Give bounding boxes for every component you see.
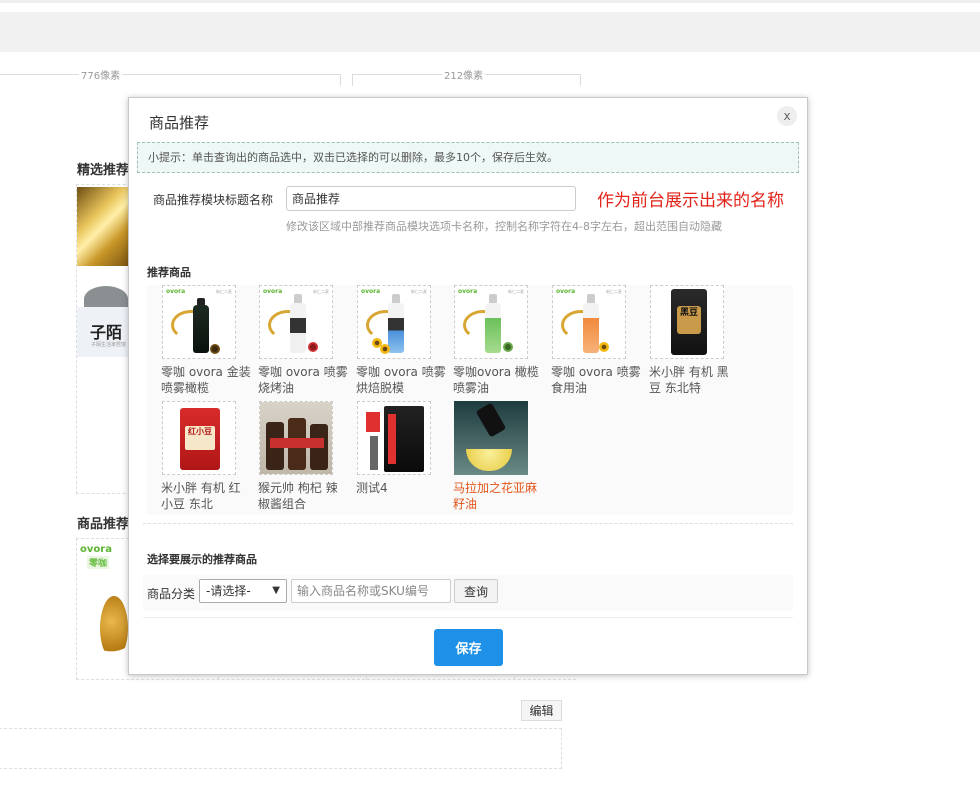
logo-small-text: 子陌生活家居馆 bbox=[91, 342, 127, 348]
jar-label-strip bbox=[270, 438, 324, 448]
product-card[interactable]: 红小豆 米小胖 有机 红小豆 东北 bbox=[147, 401, 241, 515]
product-card[interactable]: ovora 新仁二麦 零咖 ovora 喷雾烧烤油 bbox=[244, 285, 348, 399]
edit-button[interactable]: 编辑 bbox=[521, 700, 562, 721]
thumb-tag: 新仁二麦 bbox=[411, 289, 427, 294]
thumb-tag: 新仁二麦 bbox=[216, 289, 232, 294]
ruler-tick bbox=[580, 74, 581, 86]
product-name: 零咖 ovora 喷雾食用油 bbox=[551, 365, 641, 395]
product-search-input[interactable] bbox=[291, 579, 451, 603]
thumb-tag: 新仁二麦 bbox=[313, 289, 329, 294]
product-name: 测试4 bbox=[356, 481, 388, 495]
width-ruler-left bbox=[0, 74, 340, 75]
bottom-placeholder-box bbox=[0, 728, 562, 769]
bottle-graphic bbox=[583, 303, 599, 353]
ruler-tick bbox=[340, 74, 341, 86]
product-filter-row: 商品分类 -请选择- ▼ 查询 bbox=[143, 575, 793, 611]
pc-case-light bbox=[388, 414, 396, 464]
product-card[interactable]: 黑豆 米小胖 有机 黑豆 东北特 bbox=[635, 285, 729, 399]
bottle-graphic bbox=[193, 305, 209, 353]
select-products-heading: 选择要展示的推荐商品 bbox=[147, 553, 257, 566]
logo-text: 子陌 bbox=[90, 323, 123, 342]
figure-graphic bbox=[370, 436, 378, 470]
product-thumbnail bbox=[454, 401, 528, 475]
brand-logo: ovora bbox=[458, 288, 478, 295]
brand-logo: ovora bbox=[361, 288, 381, 295]
featured-section-title: 精选推荐 bbox=[77, 163, 130, 178]
product-name: 零咖ovora 橄榄喷雾油 bbox=[453, 365, 539, 395]
pc-badge bbox=[366, 412, 380, 432]
bottle-graphic bbox=[485, 303, 501, 353]
thumb-tag: 新仁二麦 bbox=[606, 289, 622, 294]
product-name: 米小胖 有机 红小豆 东北 bbox=[161, 481, 241, 511]
product-card[interactable]: 马拉加之花亚麻籽油 bbox=[439, 401, 537, 515]
pepper-graphic bbox=[308, 342, 318, 352]
gold-bars-image bbox=[77, 187, 129, 266]
product-thumbnail: 红小豆 bbox=[162, 401, 236, 475]
category-label: 商品分类 bbox=[147, 587, 196, 601]
product-thumbnail: ovora 新仁二麦 bbox=[162, 285, 236, 359]
product-name: 零咖 ovora 喷雾烧烤油 bbox=[258, 365, 348, 395]
bag-label: 红小豆 bbox=[185, 426, 215, 450]
olive-graphic bbox=[503, 342, 513, 352]
query-button[interactable]: 查询 bbox=[454, 579, 498, 603]
chevron-down-icon: ▼ bbox=[272, 585, 280, 596]
product-thumbnail: ovora 新仁二麦 bbox=[357, 285, 431, 359]
product-name: 猴元帅 枸杞 辣椒酱组合 bbox=[258, 481, 338, 511]
product-card[interactable]: ovora 新仁二麦 零咖ovora 橄榄喷雾油 bbox=[439, 285, 539, 399]
ruler-left-label: 776像素 bbox=[79, 67, 123, 82]
tip-banner: 小提示：单击查询出的商品选中，双击已选择的可以删除，最多10个，保存后生效。 bbox=[137, 142, 799, 173]
product-card[interactable]: ovora 新仁二麦 零咖 ovora 金装喷雾橄榄 bbox=[147, 285, 251, 399]
product-thumbnail: ovora 新仁二麦 bbox=[552, 285, 626, 359]
product-card[interactable]: ovora 新仁二麦 零咖 ovora 喷雾食用油 bbox=[537, 285, 641, 399]
product-thumbnail bbox=[357, 401, 431, 475]
ovora-brand-logo: ovora bbox=[80, 544, 112, 555]
title-field-label: 商品推荐模块标题名称 bbox=[153, 193, 274, 207]
annotation-note: 作为前台展示出来的名称 bbox=[597, 191, 784, 211]
top-toolbar bbox=[0, 12, 980, 52]
close-icon: x bbox=[783, 109, 791, 123]
top-border bbox=[0, 0, 980, 3]
product-thumbnail: ovora 新仁二麦 bbox=[259, 285, 333, 359]
brand-logo: ovora bbox=[556, 288, 576, 295]
product-recommend-dialog: 商品推荐 x 小提示：单击查询出的商品选中，双击已选择的可以删除，最多10个，保… bbox=[128, 97, 808, 675]
product-name: 马拉加之花亚麻籽油 bbox=[453, 481, 538, 511]
category-select[interactable]: -请选择- ▼ bbox=[199, 579, 287, 603]
products-section-title: 商品推荐 bbox=[77, 517, 130, 532]
footer-divider bbox=[143, 617, 793, 618]
product-thumbnail: 黑豆 bbox=[650, 285, 724, 359]
sunflower-graphic bbox=[599, 342, 609, 352]
product-card[interactable]: ovora 新仁二麦 零咖 ovora 喷雾烘焙脱模 bbox=[342, 285, 446, 399]
save-button[interactable]: 保存 bbox=[434, 629, 503, 666]
oil-product-image bbox=[100, 596, 128, 660]
product-name: 零咖 ovora 喷雾烘焙脱模 bbox=[356, 365, 446, 395]
product-thumbnail: ovora 新仁二麦 bbox=[454, 285, 528, 359]
bag-label: 黑豆 bbox=[677, 306, 701, 334]
brand-logo-image: 子陌 子陌生活家居馆 bbox=[77, 307, 129, 357]
section-divider bbox=[143, 523, 793, 524]
close-button[interactable]: x bbox=[777, 106, 797, 126]
dialog-title: 商品推荐 bbox=[149, 114, 210, 132]
brand-logo: ovora bbox=[263, 288, 283, 295]
ovora-brand-sub: 零咖 bbox=[87, 556, 110, 569]
sunflower-graphic bbox=[380, 344, 390, 354]
product-name: 零咖 ovora 金装喷雾橄榄 bbox=[161, 365, 251, 395]
ruler-tick bbox=[352, 74, 353, 86]
product-card[interactable]: 测试4 bbox=[342, 401, 432, 515]
bottle-graphic bbox=[388, 303, 404, 353]
title-field-hint: 修改该区域中部推荐商品模块选项卡名称，控制名称字符在4-8字左右，超出范围自动隐… bbox=[286, 220, 722, 233]
product-thumbnail bbox=[259, 401, 333, 475]
module-title-input[interactable] bbox=[286, 186, 576, 211]
thumb-tag: 新仁二麦 bbox=[508, 289, 524, 294]
product-name: 米小胖 有机 黑豆 东北特 bbox=[649, 365, 729, 395]
olive-graphic bbox=[210, 344, 220, 354]
category-select-value: -请选择- bbox=[206, 584, 251, 598]
ruler-right-label: 212像素 bbox=[442, 67, 486, 82]
recommended-products-grid: ovora 新仁二麦 零咖 ovora 金装喷雾橄榄 ovora 新仁二麦 零咖… bbox=[147, 285, 793, 515]
product-card[interactable]: 猴元帅 枸杞 辣椒酱组合 bbox=[244, 401, 338, 515]
recommended-products-heading: 推荐商品 bbox=[147, 266, 191, 279]
bottle-graphic bbox=[290, 303, 306, 353]
brand-logo: ovora bbox=[166, 288, 186, 295]
